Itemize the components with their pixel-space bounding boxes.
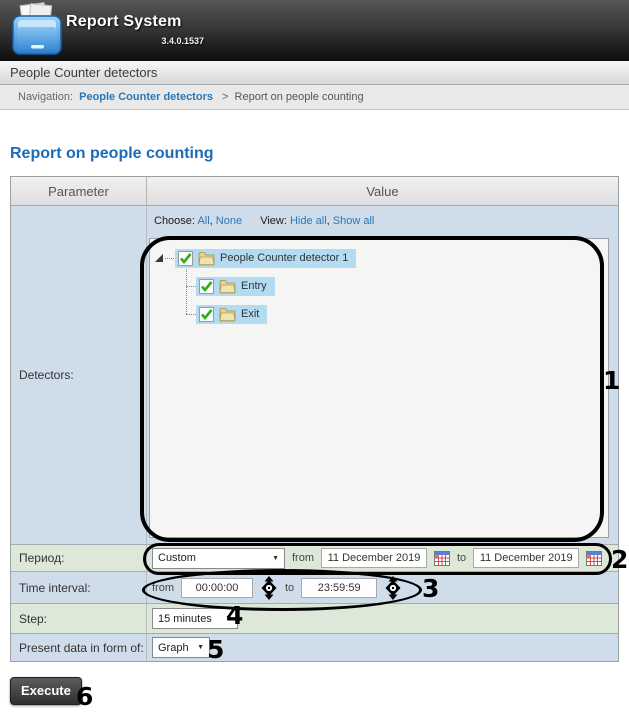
- report-parameters-table: Parameter Value Detectors: Choose: All, …: [10, 176, 619, 662]
- detectors-value-cell: Choose: All, None View: Hide all, Show a…: [147, 206, 618, 544]
- tree-node-entry[interactable]: Entry: [196, 276, 275, 296]
- choose-all-link[interactable]: All: [197, 215, 209, 227]
- breadcrumb-link-people-counter-detectors[interactable]: People Counter detectors: [79, 91, 213, 103]
- choose-label: Choose:: [154, 215, 195, 227]
- tree-dots: [165, 257, 174, 259]
- time-from-input[interactable]: [181, 577, 253, 598]
- period-preset-value: Custom: [158, 552, 196, 564]
- table-header-row: Parameter Value: [11, 177, 618, 205]
- column-header-value: Value: [366, 183, 399, 199]
- period-value-cell: Custom ▼ from to: [147, 545, 618, 571]
- step-row: Step: 15 minutes ▼: [11, 603, 618, 633]
- time-interval-value-cell: from to: [147, 572, 618, 603]
- tree-checkbox[interactable]: [178, 250, 193, 266]
- dropdown-arrow-icon: ▼: [225, 615, 232, 622]
- tree-item-entry: Entry: [196, 275, 275, 297]
- folder-icon: [219, 279, 236, 294]
- tree-expander-icon[interactable]: [155, 253, 164, 263]
- detectors-label: Detectors:: [11, 206, 147, 544]
- detectors-tree-panel: People Counter detector 1 Entry Exit: [149, 238, 609, 538]
- step-label: Step:: [11, 604, 147, 633]
- period-from-label: from: [292, 552, 314, 564]
- calendar-icon[interactable]: [586, 550, 603, 566]
- tree-toolbar: Choose: All, None View: Hide all, Show a…: [154, 215, 374, 227]
- period-row: Период: Custom ▼ from to: [11, 544, 618, 571]
- time-from-label: from: [152, 581, 174, 594]
- time-interval-row: Time interval: from to: [11, 571, 618, 603]
- period-label: Период:: [11, 545, 147, 571]
- time-to-label: to: [285, 581, 295, 594]
- breadcrumb-current: Report on people counting: [234, 91, 364, 103]
- present-data-select-value: Graph: [158, 641, 189, 654]
- present-data-row: Present data in form of: Graph ▼: [11, 633, 618, 661]
- tree-connector-line: [186, 286, 196, 287]
- present-data-label: Present data in form of:: [11, 634, 147, 661]
- tree-connector-line: [186, 314, 196, 315]
- page-title: Report on people counting: [10, 145, 214, 162]
- time-spinner-icon[interactable]: [384, 575, 402, 600]
- time-to-input[interactable]: [301, 577, 378, 598]
- view-label: View:: [260, 215, 287, 227]
- step-value-cell: 15 minutes ▼: [147, 604, 618, 633]
- time-interval-label: Time interval:: [11, 572, 147, 603]
- tree-item-exit: Exit: [196, 303, 268, 325]
- present-data-select[interactable]: Graph ▼: [152, 637, 210, 658]
- step-select-value: 15 minutes: [158, 612, 212, 625]
- choose-none-link[interactable]: None: [216, 215, 242, 227]
- dropdown-arrow-icon: ▼: [272, 554, 279, 562]
- folder-icon: [219, 307, 236, 322]
- tree-connector-line: [186, 267, 187, 314]
- dropdown-arrow-icon: ▼: [197, 644, 204, 651]
- tree-node-label: Entry: [241, 280, 267, 292]
- tree-node-exit[interactable]: Exit: [196, 304, 268, 324]
- time-spinner-icon[interactable]: [260, 575, 278, 600]
- tree-item-root: People Counter detector 1: [155, 247, 357, 269]
- breadcrumb-label: Navigation:: [18, 91, 74, 103]
- hide-all-link[interactable]: Hide all: [290, 215, 327, 227]
- comma: ,: [209, 215, 213, 227]
- breadcrumb-separator: >: [222, 91, 229, 103]
- report-system-logo-icon: [9, 2, 65, 63]
- show-all-link[interactable]: Show all: [333, 215, 375, 227]
- app-header: Report System 3.4.0.1537: [0, 0, 629, 61]
- tree-node-people-counter-detector-1[interactable]: People Counter detector 1: [175, 248, 357, 268]
- present-data-value-cell: Graph ▼: [147, 634, 618, 661]
- breadcrumb: Navigation: People Counter detectors > R…: [0, 85, 629, 110]
- comma: ,: [326, 215, 330, 227]
- app-title: Report System: [66, 13, 182, 30]
- period-from-date-input[interactable]: [321, 548, 427, 568]
- tree-checkbox[interactable]: [199, 306, 214, 322]
- detectors-row: Detectors: Choose: All, None View: Hide …: [11, 205, 618, 544]
- app-version: 3.4.0.1537: [161, 36, 204, 46]
- execute-button[interactable]: Execute: [10, 677, 82, 705]
- period-to-label: to: [457, 552, 467, 564]
- column-header-parameter: Parameter: [11, 177, 147, 205]
- period-preset-select[interactable]: Custom ▼: [152, 547, 285, 569]
- folder-icon: [198, 251, 215, 266]
- step-select[interactable]: 15 minutes ▼: [152, 608, 238, 629]
- tree-node-label: People Counter detector 1: [220, 252, 349, 264]
- period-to-date-input[interactable]: [473, 548, 580, 568]
- section-bar-title: People Counter detectors: [0, 61, 629, 85]
- tree-node-label: Exit: [241, 308, 260, 320]
- calendar-icon[interactable]: [434, 550, 450, 566]
- tree-checkbox[interactable]: [199, 278, 214, 294]
